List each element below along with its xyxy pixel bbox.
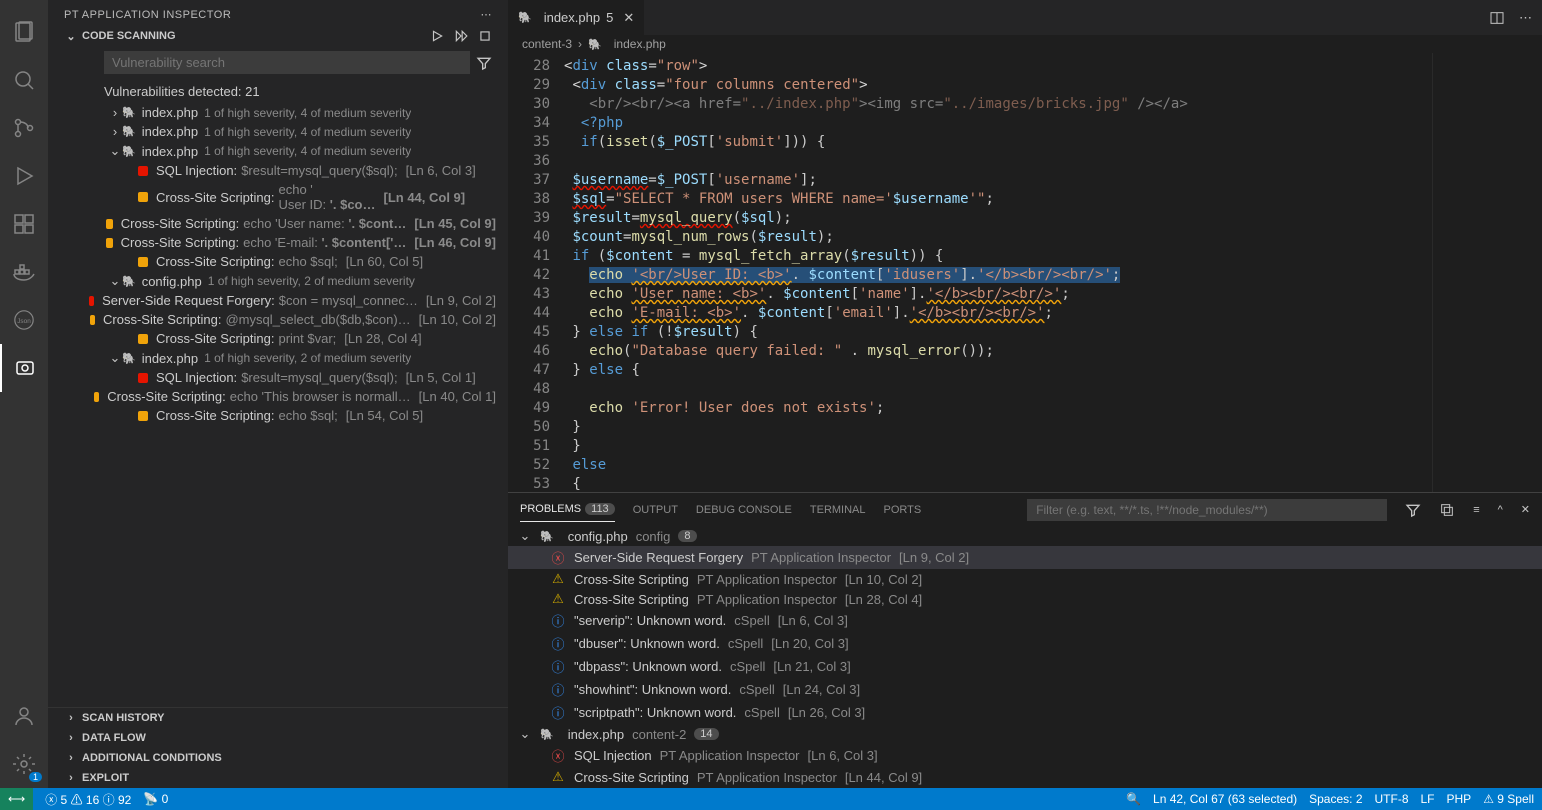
problem-item[interactable]: ⓧSQL InjectionPT Application Inspector[L… xyxy=(508,744,1542,767)
editor-tabs: 🐘 index.php 5 ✕ ⋯ xyxy=(508,0,1542,35)
vulnerability-item[interactable]: Cross-Site Scripting:echo $sql;[Ln 60, C… xyxy=(48,252,508,271)
tab-terminal[interactable]: TERMINAL xyxy=(810,498,866,522)
split-editor-icon[interactable] xyxy=(1489,10,1505,26)
extensions-icon[interactable] xyxy=(0,200,48,248)
vulnerability-item[interactable]: Cross-Site Scripting:print $var;[Ln 28, … xyxy=(48,329,508,348)
search-icon[interactable] xyxy=(0,56,48,104)
section-label: CODE SCANNING xyxy=(82,30,176,42)
status-spell[interactable]: ⚠ 9 Spell xyxy=(1483,792,1534,806)
section-scan-history[interactable]: ›SCAN HISTORY xyxy=(48,708,508,728)
docker-icon[interactable] xyxy=(0,248,48,296)
problem-item[interactable]: ⚠Cross-Site ScriptingPT Application Insp… xyxy=(508,589,1542,609)
php-file-icon: 🐘 xyxy=(518,11,532,24)
status-ports[interactable]: 📡 0 xyxy=(143,792,168,806)
view-as-list-icon[interactable]: ≡ xyxy=(1473,504,1479,516)
section-exploit[interactable]: ›EXPLOIT xyxy=(48,768,508,788)
status-eol[interactable]: LF xyxy=(1421,792,1435,806)
problem-item[interactable]: ⚠Cross-Site ScriptingPT Application Insp… xyxy=(508,767,1542,787)
php-file-icon: 🐘 xyxy=(588,38,602,51)
maximize-panel-icon[interactable]: ^ xyxy=(1498,504,1503,516)
problem-item[interactable]: ⓘ"serverip": Unknown word.cSpell[Ln 6, C… xyxy=(508,609,1542,632)
vulnerability-search-input[interactable] xyxy=(104,51,470,74)
editor-area: 🐘 index.php 5 ✕ ⋯ content-3› 🐘 index.php… xyxy=(508,0,1542,788)
vulnerability-item[interactable]: Cross-Site Scripting:echo 'E-mail: '. $c… xyxy=(48,233,508,252)
file-row[interactable]: ⌄🐘config.php1 of high severity, 2 of med… xyxy=(48,271,508,291)
status-encoding[interactable]: UTF-8 xyxy=(1375,792,1409,806)
status-spaces[interactable]: Spaces: 2 xyxy=(1309,792,1362,806)
vulnerability-item[interactable]: SQL Injection:$result=mysql_query($sql);… xyxy=(48,161,508,180)
run-icon[interactable] xyxy=(430,29,444,43)
vulnerability-item[interactable]: Cross-Site Scripting:echo 'This browser … xyxy=(48,387,508,406)
tab-problems[interactable]: PROBLEMS113 xyxy=(520,497,615,522)
vulnerability-item[interactable]: Cross-Site Scripting:echo 'User ID: '. $… xyxy=(48,180,508,214)
tab-modified-badge: 5 xyxy=(606,10,613,25)
vulnerability-item[interactable]: SQL Injection:$result=mysql_query($sql);… xyxy=(48,368,508,387)
file-row[interactable]: ⌄🐘index.php1 of high severity, 2 of medi… xyxy=(48,348,508,368)
problem-item[interactable]: ⓧServer-Side Request ForgeryPT Applicati… xyxy=(508,546,1542,569)
source-control-icon[interactable] xyxy=(0,104,48,152)
vulnerability-item[interactable]: Cross-Site Scripting:echo 'User name: '.… xyxy=(48,214,508,233)
status-cursor-position[interactable]: Ln 42, Col 67 (63 selected) xyxy=(1153,792,1297,806)
problem-item[interactable]: ⓘ"dbuser": Unknown word.cSpell[Ln 20, Co… xyxy=(508,632,1542,655)
section-additional-conditions[interactable]: ›ADDITIONAL CONDITIONS xyxy=(48,748,508,768)
tab-output[interactable]: OUTPUT xyxy=(633,498,678,522)
explorer-icon[interactable] xyxy=(0,8,48,56)
status-problems[interactable]: ⓧ 5 ⚠ 16 ⓘ 92 xyxy=(45,791,131,808)
code-editor[interactable]: 2829303435363738394041424344454647484950… xyxy=(508,53,1542,492)
sidebar-title: PT APPLICATION INSPECTOR xyxy=(64,9,481,21)
more-icon[interactable]: ⋯ xyxy=(481,8,493,21)
minimap[interactable] xyxy=(1432,53,1542,492)
close-icon[interactable]: ✕ xyxy=(623,10,634,26)
file-row[interactable]: ›🐘index.php1 of high severity, 4 of medi… xyxy=(48,122,508,141)
problem-file-group[interactable]: ⌄🐘config.phpconfig8 xyxy=(508,526,1542,546)
pt-inspector-icon[interactable] xyxy=(0,344,48,392)
remote-indicator[interactable]: ⟷ xyxy=(0,788,33,810)
tab-label: index.php xyxy=(544,10,600,25)
collapse-all-icon[interactable] xyxy=(1439,502,1455,518)
file-row[interactable]: ›🐘index.php1 of high severity, 4 of medi… xyxy=(48,103,508,122)
vulnerabilities-detected: Vulnerabilities detected: 21 xyxy=(48,78,508,103)
filter-icon[interactable] xyxy=(1405,502,1421,518)
file-row[interactable]: ⌄🐘index.php1 of high severity, 4 of medi… xyxy=(48,141,508,161)
problem-file-group[interactable]: ⌄🐘index.phpcontent-214 xyxy=(508,724,1542,744)
stop-icon[interactable] xyxy=(478,29,492,43)
filter-icon[interactable] xyxy=(476,51,492,74)
close-panel-icon[interactable]: ✕ xyxy=(1521,503,1530,516)
breadcrumb[interactable]: content-3› 🐘 index.php xyxy=(508,35,1542,53)
problem-item[interactable]: ⚠Cross-Site ScriptingPT Application Insp… xyxy=(508,569,1542,589)
tab-debug-console[interactable]: DEBUG CONSOLE xyxy=(696,498,792,522)
section-code-scanning[interactable]: ⌄ CODE SCANNING xyxy=(48,25,508,47)
status-bar: ⟷ ⓧ 5 ⚠ 16 ⓘ 92 📡 0 🔍 Ln 42, Col 67 (63 … xyxy=(0,788,1542,810)
problems-filter-input[interactable] xyxy=(1027,499,1387,521)
chevron-down-icon: ⌄ xyxy=(64,30,78,43)
vulnerability-tree: ›🐘index.php1 of high severity, 4 of medi… xyxy=(48,103,508,707)
svg-text:Json: Json xyxy=(17,318,31,325)
problem-item[interactable]: ⓘ"showhint": Unknown word.cSpell[Ln 24, … xyxy=(508,678,1542,701)
activity-bar: Json xyxy=(0,0,48,788)
accounts-icon[interactable] xyxy=(0,692,48,740)
problem-item[interactable]: ⓘ"dbpass": Unknown word.cSpell[Ln 21, Co… xyxy=(508,655,1542,678)
tab-ports[interactable]: PORTS xyxy=(884,498,922,522)
vulnerability-item[interactable]: Cross-Site Scripting:@mysql_select_db($d… xyxy=(48,310,508,329)
tab-index-php[interactable]: 🐘 index.php 5 ✕ xyxy=(508,0,645,35)
problem-item[interactable]: ⓘ"scriptpath": Unknown word.cSpell[Ln 26… xyxy=(508,701,1542,724)
run-all-icon[interactable] xyxy=(454,29,468,43)
problems-panel: PROBLEMS113 OUTPUT DEBUG CONSOLE TERMINA… xyxy=(508,492,1542,788)
settings-gear-icon[interactable] xyxy=(0,740,48,788)
section-data-flow[interactable]: ›DATA FLOW xyxy=(48,728,508,748)
json-icon[interactable]: Json xyxy=(0,296,48,344)
run-debug-icon[interactable] xyxy=(0,152,48,200)
more-icon[interactable]: ⋯ xyxy=(1519,10,1532,26)
status-language[interactable]: PHP xyxy=(1447,792,1472,806)
status-feedback-icon[interactable]: 🔍 xyxy=(1126,792,1141,806)
vulnerability-item[interactable]: Cross-Site Scripting:echo $sql;[Ln 54, C… xyxy=(48,406,508,425)
sidebar: PT APPLICATION INSPECTOR ⋯ ⌄ CODE SCANNI… xyxy=(48,0,508,788)
vulnerability-item[interactable]: Server-Side Request Forgery:$con = mysql… xyxy=(48,291,508,310)
